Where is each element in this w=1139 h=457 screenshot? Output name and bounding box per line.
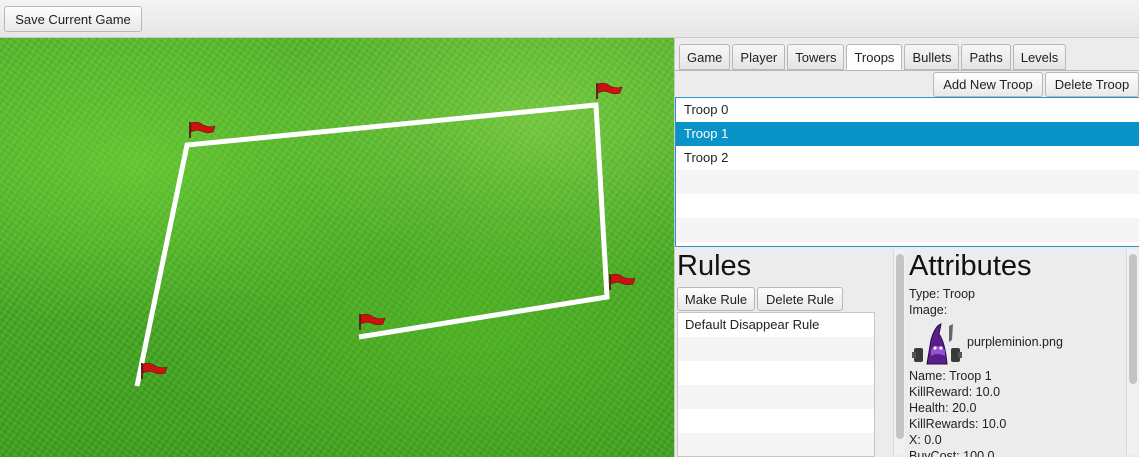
attr-health: Health: 20.0: [909, 401, 977, 415]
purple-minion-icon[interactable]: [911, 320, 963, 366]
attr-kill-rewards: KillRewards: 10.0: [909, 417, 1007, 431]
troop-list-item-selected[interactable]: Troop 1: [676, 122, 1139, 146]
save-current-game-button[interactable]: Save Current Game: [4, 6, 142, 32]
tab-levels[interactable]: Levels: [1012, 44, 1067, 70]
empty-list-row: [678, 361, 874, 385]
attr-buy-cost: BuyCost: 100.0: [909, 449, 995, 457]
tab-paths[interactable]: Paths: [961, 44, 1011, 70]
attr-name: Name: Troop 1: [909, 369, 992, 383]
rules-scrollbar[interactable]: [893, 250, 905, 455]
empty-list-row: [678, 385, 874, 409]
attributes-heading: Attributes: [909, 250, 1032, 282]
attr-image-label: Image:: [909, 303, 948, 317]
troop-list[interactable]: Troop 0 Troop 1 Troop 2: [675, 97, 1139, 247]
troop-path: [134, 102, 610, 387]
attributes-section: Attributes Type: Troop Image: purplemini…: [909, 248, 1124, 457]
attr-x: X: 0.0: [909, 433, 942, 447]
delete-troop-button[interactable]: Delete Troop: [1045, 72, 1139, 97]
path-canvas[interactable]: [0, 38, 674, 457]
tab-troops[interactable]: Troops: [846, 44, 903, 70]
flag-icon[interactable]: [609, 274, 636, 290]
empty-list-row: [676, 218, 1139, 242]
make-rule-button[interactable]: Make Rule: [677, 287, 755, 311]
top-toolbar: Save Current Game: [0, 0, 1139, 38]
flag-icon[interactable]: [359, 314, 386, 330]
empty-list-row: [678, 409, 874, 433]
attr-kill-reward: KillReward: 10.0: [909, 385, 1001, 399]
tab-game[interactable]: Game: [679, 44, 731, 70]
flag-icon[interactable]: [189, 122, 216, 138]
rules-list[interactable]: Default Disappear Rule: [677, 312, 875, 457]
tab-bullets[interactable]: Bullets: [904, 44, 960, 70]
tab-towers[interactable]: Towers: [787, 44, 845, 70]
troop-list-item[interactable]: Troop 2: [676, 146, 1139, 170]
empty-list-row: [678, 337, 874, 361]
rules-section: Rules Make Rule Delete Rule Default Disa…: [675, 248, 891, 457]
add-new-troop-button[interactable]: Add New Troop: [933, 72, 1043, 97]
editor-tabs: Game Player Towers Troops Bullets Paths …: [679, 44, 1068, 71]
delete-rule-button[interactable]: Delete Rule: [757, 287, 843, 311]
empty-list-row: [676, 170, 1139, 194]
game-field[interactable]: [0, 38, 674, 457]
troop-list-item[interactable]: Troop 0: [676, 98, 1139, 122]
attr-type: Type: Troop: [909, 287, 976, 301]
editor-panel: Game Player Towers Troops Bullets Paths …: [674, 38, 1139, 457]
rules-heading: Rules: [677, 250, 752, 282]
empty-list-row: [676, 194, 1139, 218]
flag-icon[interactable]: [596, 83, 623, 99]
scrollbar-thumb[interactable]: [896, 254, 904, 439]
scrollbar-thumb[interactable]: [1129, 254, 1137, 384]
flag-icon[interactable]: [141, 363, 168, 379]
attr-image-filename: purpleminion.png: [967, 335, 1063, 349]
rule-list-item[interactable]: Default Disappear Rule: [678, 313, 874, 337]
tab-player[interactable]: Player: [732, 44, 786, 70]
empty-list-row: [678, 433, 874, 456]
attributes-scrollbar[interactable]: [1126, 250, 1138, 455]
